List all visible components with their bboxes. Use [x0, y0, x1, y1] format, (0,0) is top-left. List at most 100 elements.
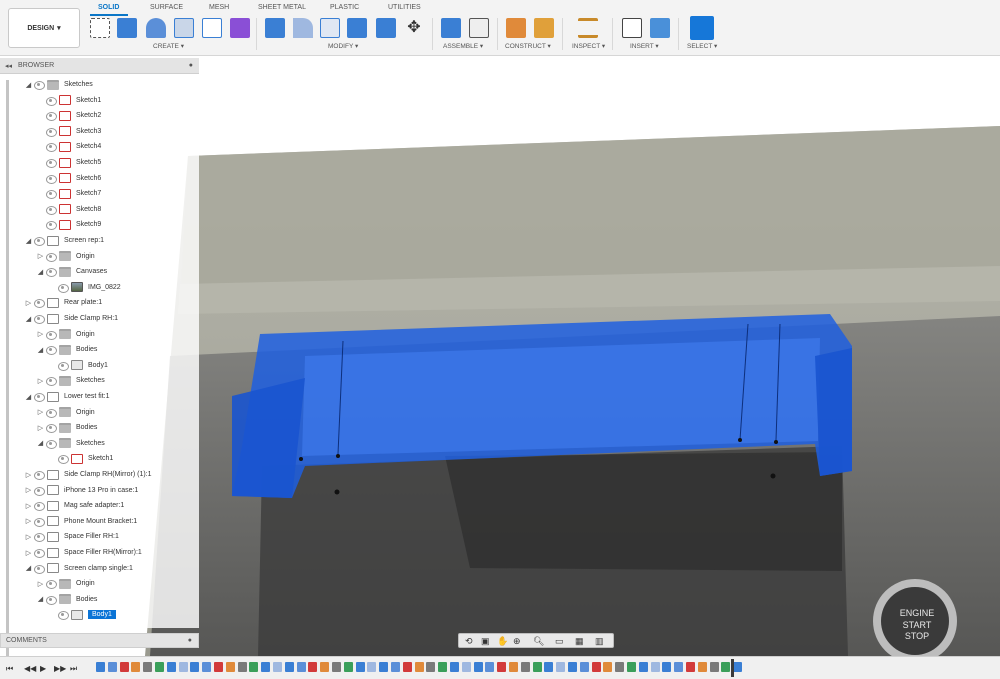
tree-row[interactable]: Sketch3	[36, 124, 101, 139]
tree-row[interactable]: ◢ Sketches	[24, 77, 93, 92]
timeline-feature[interactable]	[107, 662, 117, 672]
timeline-feature[interactable]	[438, 662, 448, 672]
tree-row[interactable]: Sketch1	[48, 451, 113, 466]
visibility-eye-icon[interactable]	[45, 221, 57, 231]
collapsed-arrow-icon[interactable]: ▷	[36, 580, 45, 588]
collapsed-arrow-icon[interactable]: ▷	[36, 424, 45, 432]
timeline-prev-icon[interactable]: ◀◀	[24, 664, 36, 673]
tree-row[interactable]: ◢ Canvases	[36, 264, 107, 279]
tree-row[interactable]: ▷ Side Clamp RH(Mirror) (1):1	[24, 467, 152, 482]
timeline-feature[interactable]	[568, 662, 577, 672]
timeline-feature[interactable]	[202, 662, 212, 672]
timeline-feature[interactable]	[308, 662, 318, 672]
timeline-feature[interactable]	[733, 662, 743, 672]
visibility-eye-icon[interactable]	[45, 377, 57, 387]
tree-row[interactable]: IMG_0822	[48, 280, 121, 295]
browser-scrollbar[interactable]	[6, 80, 9, 672]
collapsed-arrow-icon[interactable]: ▷	[24, 471, 33, 479]
visibility-eye-icon[interactable]	[45, 252, 57, 262]
timeline-feature[interactable]	[249, 662, 259, 672]
tree-row[interactable]: ▷ Space Filler RH(Mirror):1	[24, 545, 142, 560]
timeline-feature[interactable]	[343, 662, 353, 672]
tree-row[interactable]: ◢ Lower test fit:1	[24, 389, 110, 404]
visibility-eye-icon[interactable]	[45, 580, 57, 590]
visibility-eye-icon[interactable]	[45, 424, 57, 434]
visibility-eye-icon[interactable]	[33, 517, 45, 527]
tree-row[interactable]: ▷ iPhone 13 Pro in case:1	[24, 483, 138, 498]
grid-icon[interactable]: ▦	[575, 636, 584, 647]
timeline-feature[interactable]	[166, 662, 176, 672]
timeline-feature[interactable]	[497, 662, 507, 672]
visibility-eye-icon[interactable]	[33, 549, 45, 558]
timeline-feature[interactable]	[544, 662, 554, 672]
timeline-feature[interactable]	[556, 662, 566, 672]
tab-surface[interactable]: SURFACE	[150, 4, 183, 11]
press-pull-icon[interactable]	[265, 18, 285, 38]
timeline-last-icon[interactable]: ⏭	[70, 664, 77, 674]
timeline-feature[interactable]	[273, 662, 282, 672]
visibility-eye-icon[interactable]	[45, 174, 57, 184]
collapsed-arrow-icon[interactable]: ▷	[36, 377, 45, 385]
form-icon[interactable]	[230, 18, 250, 38]
timeline-feature[interactable]	[96, 662, 105, 672]
timeline-feature[interactable]	[190, 662, 200, 672]
timeline-first-icon[interactable]: ⏮	[6, 664, 13, 674]
pan-icon[interactable]: ✋	[497, 636, 508, 647]
visibility-eye-icon[interactable]	[33, 299, 45, 309]
zoom-icon[interactable]: 🔍︎	[533, 636, 544, 647]
joint-icon[interactable]	[469, 18, 489, 38]
orbit-icon[interactable]: ⟲	[465, 636, 473, 647]
visibility-eye-icon[interactable]	[45, 190, 57, 200]
expanded-arrow-icon[interactable]: ◢	[24, 315, 33, 323]
tree-row[interactable]: ◢ Bodies	[36, 592, 97, 607]
visibility-eye-icon[interactable]	[57, 283, 69, 293]
timeline-feature[interactable]	[143, 662, 153, 672]
visibility-eye-icon[interactable]	[45, 330, 57, 340]
group-modify[interactable]: MODIFY ▾	[328, 42, 358, 50]
timeline-feature[interactable]	[155, 662, 164, 672]
display-settings-icon[interactable]: ▭	[555, 636, 564, 647]
timeline-feature[interactable]	[367, 662, 377, 672]
expanded-arrow-icon[interactable]: ◢	[36, 595, 45, 603]
timeline-feature[interactable]	[638, 662, 648, 672]
timeline-feature[interactable]	[603, 662, 613, 672]
visibility-eye-icon[interactable]	[45, 595, 57, 605]
tree-row[interactable]: Sketch5	[36, 155, 101, 170]
group-insert[interactable]: INSERT ▾	[630, 42, 659, 50]
timeline-feature[interactable]	[332, 662, 341, 672]
timeline-feature[interactable]	[296, 662, 306, 672]
tree-row[interactable]: ▷ Origin	[36, 327, 95, 342]
expanded-arrow-icon[interactable]: ◢	[36, 439, 45, 447]
look-at-icon[interactable]: ▣	[481, 636, 490, 647]
tree-row[interactable]: ◢ Side Clamp RH:1	[24, 311, 118, 326]
timeline-feature[interactable]	[579, 662, 589, 672]
hole-icon[interactable]	[174, 18, 194, 38]
collapsed-arrow-icon[interactable]: ▷	[24, 533, 33, 541]
timeline-feature[interactable]	[627, 662, 636, 672]
tab-plastic[interactable]: PLASTIC	[330, 4, 359, 11]
timeline-feature[interactable]	[119, 662, 129, 672]
group-inspect[interactable]: INSPECT ▾	[572, 42, 605, 50]
collapse-icon[interactable]: ◂◂	[5, 62, 12, 70]
visibility-eye-icon[interactable]	[33, 533, 45, 543]
collapsed-arrow-icon[interactable]: ▷	[24, 299, 33, 307]
timeline-feature[interactable]	[461, 662, 471, 672]
expanded-arrow-icon[interactable]: ◢	[36, 268, 45, 276]
visibility-eye-icon[interactable]	[33, 237, 45, 246]
timeline-feature[interactable]	[686, 662, 695, 672]
tree-row[interactable]: ◢ Screen rep:1	[24, 233, 104, 248]
extrude-icon[interactable]	[117, 18, 137, 38]
zoom-window-icon[interactable]: ⊕	[513, 636, 521, 647]
tree-row[interactable]: ◢ Screen clamp single:1	[24, 561, 133, 576]
timeline-feature[interactable]	[485, 662, 495, 672]
expanded-arrow-icon[interactable]: ◢	[36, 346, 45, 354]
timeline-feature[interactable]	[473, 662, 483, 672]
tree-row[interactable]: ▷ Phone Mount Bracket:1	[24, 514, 137, 529]
collapsed-arrow-icon[interactable]: ▷	[24, 502, 33, 510]
timeline-marker[interactable]	[731, 659, 734, 677]
offset-plane-icon[interactable]	[506, 18, 526, 38]
collapsed-arrow-icon[interactable]: ▷	[24, 517, 33, 525]
timeline-feature[interactable]	[391, 662, 400, 672]
timeline-feature[interactable]	[520, 662, 530, 672]
shell-icon[interactable]	[320, 18, 340, 38]
